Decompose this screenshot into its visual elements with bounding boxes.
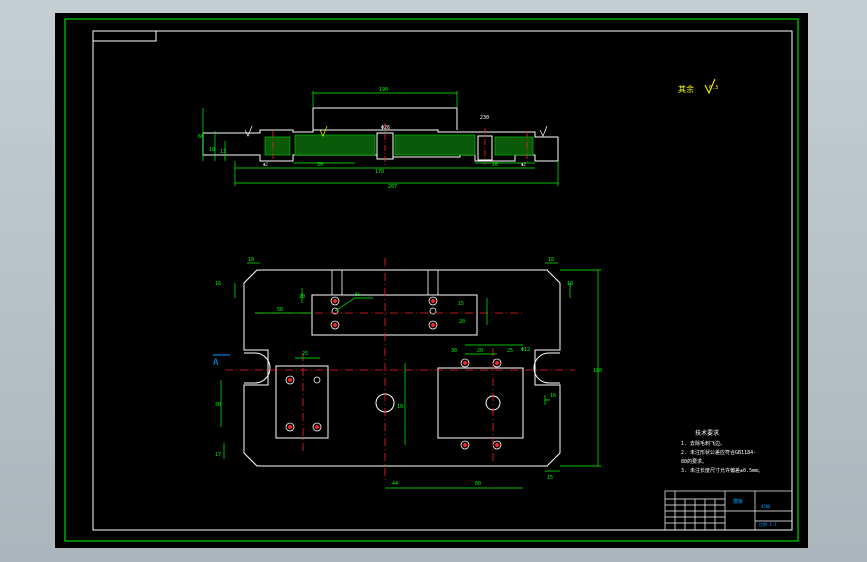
dim-plan-9: 20 — [459, 319, 465, 325]
roughness-label: 其余 — [678, 84, 694, 94]
dim-top-10: 20 — [492, 162, 498, 168]
title-scale: 比例 1:1 — [759, 521, 777, 527]
dim-plan-3: 16 — [215, 281, 221, 287]
dim-top-12: Φ2 — [521, 162, 526, 167]
dim-plan-17: 10 — [397, 404, 403, 410]
tech-note-2: 2. 未注形状公差应符合GB1184- — [681, 449, 756, 456]
dim-plan-15: 16 — [550, 393, 556, 399]
dim-plan-10: 25 — [302, 351, 308, 357]
dim-plan-20: 60 — [475, 481, 481, 487]
plan-view — [220, 258, 601, 489]
dim-top-3: 230 — [480, 115, 489, 121]
dim-plan-4: 10 — [567, 281, 573, 287]
dim-plan-8: 15 — [458, 301, 464, 307]
dim-top-5: 207 — [388, 184, 397, 190]
tech-note-1: 1. 去除毛刺飞边。 — [681, 440, 725, 447]
dim-plan-18: 180 — [593, 368, 602, 374]
dim-plan-6: 80 — [355, 292, 360, 297]
dim-plan-22: 17 — [215, 452, 221, 458]
tech-title: 技术要求 — [695, 429, 719, 437]
dim-plan-2: 10 — [548, 257, 554, 263]
dim-plan-14: Φ12 — [521, 347, 530, 353]
tech-note-4: 3. 未注长度尺寸允许偏差±0.5mm。 — [681, 467, 763, 474]
title-part-name: 模板 — [733, 498, 743, 505]
roughness-value: 6.3 — [709, 85, 718, 91]
dim-plan-16: 30 — [215, 402, 221, 408]
dim-plan-19: 44 — [392, 481, 398, 487]
dim-plan-5: 50 — [277, 307, 283, 313]
dim-top-1: 190 — [379, 87, 388, 93]
dim-plan-11: 30 — [451, 348, 457, 354]
title-material: 45钢 — [761, 503, 770, 509]
dim-top-4: 170 — [375, 169, 384, 175]
dim-top-6: 60 — [198, 134, 204, 140]
cad-viewport: 190 Φ26 230 170 207 60 10 13 30 20 Φ2 Φ2… — [0, 0, 867, 562]
tech-note-3: 80的要求。 — [681, 458, 707, 465]
dim-top-9: 30 — [317, 162, 323, 168]
dim-top-2: Φ26 — [381, 125, 390, 131]
dim-plan-7: 20 — [299, 294, 305, 300]
dim-plan-12: 20 — [477, 348, 483, 354]
drawing-svg: 190 Φ26 230 170 207 60 10 13 30 20 Φ2 Φ2… — [64, 18, 799, 542]
section-label: A — [213, 358, 219, 368]
dim-top-11: Φ2 — [263, 162, 268, 167]
dim-top-8: 13 — [220, 149, 226, 155]
drawing-canvas[interactable]: 190 Φ26 230 170 207 60 10 13 30 20 Φ2 Φ2… — [55, 13, 808, 548]
dim-plan-21: 15 — [547, 475, 553, 481]
dim-plan-1: 10 — [248, 257, 254, 263]
code-box — [92, 30, 157, 42]
dim-plan-13: 25 — [507, 348, 513, 354]
dim-top-7: 10 — [209, 147, 215, 153]
